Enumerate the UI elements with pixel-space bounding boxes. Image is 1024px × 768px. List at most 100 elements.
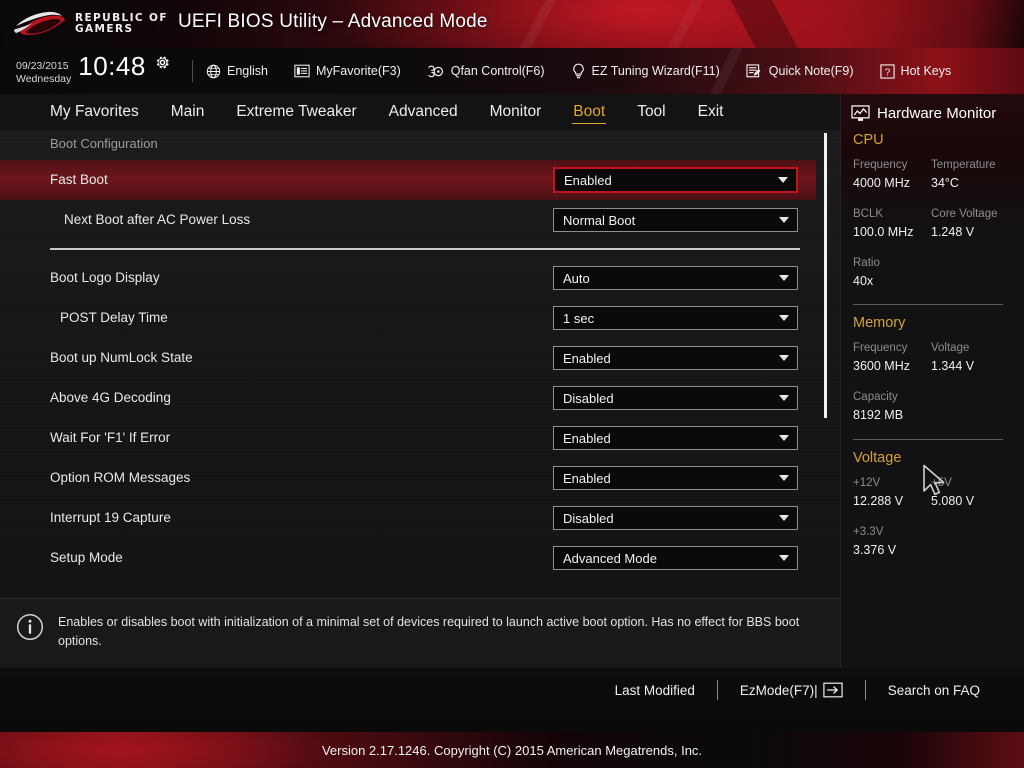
chevron-down-icon (779, 515, 789, 521)
dropdown-option-rom-messages[interactable]: Enabled (553, 466, 798, 490)
page-title: UEFI BIOS Utility – Advanced Mode (178, 11, 488, 32)
monitor-icon (851, 104, 870, 121)
hwm-row: BCLK 100.0 MHz Core Voltage 1.248 V (853, 206, 1024, 242)
hwm-value-capacity: 8192 MB (853, 408, 904, 423)
chevron-down-icon (779, 355, 789, 361)
toolbar-item-quick-note[interactable]: Quick Note(F9) (746, 63, 854, 79)
hwm-value-memory-frequency: 3600 MHz (853, 359, 910, 374)
dropdown-value-above-4g-decoding: Disabled (563, 390, 614, 406)
hwm-cell-plus12v: +12V 12.288 V (853, 475, 931, 511)
chevron-down-icon (778, 177, 788, 183)
tab-tool[interactable]: Tool (621, 95, 681, 129)
gear-icon[interactable] (154, 54, 171, 71)
hwm-key-cpu-frequency: Frequency (853, 159, 908, 171)
dropdown-value-wait-for-f1-if-error: Enabled (563, 430, 611, 446)
dropdown-setup-mode[interactable]: Advanced Mode (553, 546, 798, 570)
hwm-row: Frequency 3600 MHz Voltage 1.344 V (853, 340, 1024, 376)
tab-extreme-tweaker[interactable]: Extreme Tweaker (220, 95, 372, 129)
setting-row-next-boot-after-ac-power-loss[interactable]: Next Boot after AC Power Loss Normal Boo… (0, 200, 840, 240)
dropdown-above-4g-decoding[interactable]: Disabled (553, 386, 798, 410)
setting-row-above-4g-decoding[interactable]: Above 4G Decoding Disabled (0, 378, 840, 418)
dropdown-fast-boot[interactable]: Enabled (553, 167, 798, 193)
main-nav-tabs: My Favorites Main Extreme Tweaker Advanc… (0, 94, 840, 130)
setting-label-above-4g-decoding: Above 4G Decoding (50, 390, 171, 405)
setting-row-fast-boot[interactable]: Fast Boot Enabled (0, 160, 816, 200)
dropdown-next-boot-after-ac-power-loss[interactable]: Normal Boot (553, 208, 798, 232)
hwm-key-memory-frequency: Frequency (853, 342, 908, 354)
setting-label-next-boot-after-ac-power-loss: Next Boot after AC Power Loss (64, 212, 251, 227)
tab-monitor[interactable]: Monitor (474, 95, 558, 129)
setting-row-post-delay-time[interactable]: POST Delay Time 1 sec (0, 298, 840, 338)
dropdown-wait-for-f1-if-error[interactable]: Enabled (553, 426, 798, 450)
hwm-section-title-cpu: CPU (853, 132, 884, 148)
mouse-pointer-icon (923, 464, 945, 496)
tab-main[interactable]: Main (155, 95, 221, 129)
footer-label-ezmode: EzMode(F7)| (739, 682, 818, 698)
toolbar-label-myfavorite: MyFavorite(F3) (316, 64, 401, 78)
dropdown-boot-logo-display[interactable]: Auto (553, 266, 798, 290)
tab-my-favorites[interactable]: My Favorites (34, 95, 155, 129)
hwm-cell-capacity: Capacity 8192 MB (853, 389, 931, 425)
dropdown-value-boot-up-numlock-state: Enabled (563, 350, 611, 366)
setting-row-option-rom-messages[interactable]: Option ROM Messages Enabled (0, 458, 840, 498)
toolbar-item-myfavorite[interactable]: MyFavorite(F3) (294, 64, 401, 78)
hwm-cell-plus3v3: +3.3V 3.376 V (853, 524, 931, 560)
toolbar-item-hot-keys[interactable]: ? Hot Keys (879, 63, 951, 79)
toolbar-item-language[interactable]: English (206, 64, 268, 79)
arrow-right-box-icon (823, 682, 843, 698)
hwm-value-memory-voltage: 1.344 V (931, 359, 975, 374)
bulb-icon (572, 63, 584, 79)
hwm-key-memory-voltage: Voltage (931, 342, 970, 354)
hwm-cell-bclk: BCLK 100.0 MHz (853, 206, 931, 242)
chevron-down-icon (779, 395, 789, 401)
help-bar: Enables or disables boot with initializa… (0, 598, 840, 668)
chevron-down-icon (779, 315, 789, 321)
date-time-display: 09/23/2015 Wednesday 10:48 (16, 53, 171, 86)
hwm-row: +3.3V 3.376 V (853, 524, 1024, 560)
chevron-down-icon (779, 555, 789, 561)
setting-row-setup-mode[interactable]: Setup Mode Advanced Mode (0, 538, 840, 578)
chevron-down-icon (779, 217, 789, 223)
rog-line-2: GAMERS (75, 23, 134, 35)
toolbar-divider (192, 60, 193, 82)
toolbar-item-ez-tuning-wizard[interactable]: EZ Tuning Wizard(F11) (571, 63, 720, 79)
dropdown-interrupt-19-capture[interactable]: Disabled (553, 506, 798, 530)
settings-scrollbar[interactable] (824, 133, 827, 418)
setting-label-wait-for-f1-if-error: Wait For 'F1' If Error (50, 430, 171, 445)
hwm-row: Frequency 4000 MHz Temperature 34°C (853, 157, 1024, 193)
list-icon (294, 64, 310, 78)
info-icon (16, 613, 44, 641)
setting-row-boot-up-numlock-state[interactable]: Boot up NumLock State Enabled (0, 338, 840, 378)
setting-row-boot-logo-display[interactable]: Boot Logo Display Auto (0, 258, 840, 298)
hwm-row: Ratio 40x (853, 255, 1024, 291)
section-title: Boot Configuration (50, 136, 158, 151)
hwm-value-cpu-temperature: 34°C (931, 176, 959, 191)
tab-advanced[interactable]: Advanced (373, 95, 474, 129)
hwm-key-plus3v3: +3.3V (853, 526, 884, 538)
tab-boot[interactable]: Boot (557, 95, 621, 129)
hwm-cell-cpu-frequency: Frequency 4000 MHz (853, 157, 931, 193)
setting-label-boot-logo-display: Boot Logo Display (50, 270, 160, 285)
footer-link-ezmode[interactable]: EzMode(F7)| (718, 682, 865, 698)
setting-label-boot-up-numlock-state: Boot up NumLock State (50, 350, 193, 365)
svg-text:?: ? (884, 67, 890, 78)
dropdown-boot-up-numlock-state[interactable]: Enabled (553, 346, 798, 370)
hwm-value-ratio: 40x (853, 274, 874, 289)
footer-label-last-modified: Last Modified (614, 682, 695, 698)
setting-row-wait-for-f1-if-error[interactable]: Wait For 'F1' If Error Enabled (0, 418, 840, 458)
dropdown-value-boot-logo-display: Auto (563, 270, 590, 286)
hwm-section-cpu: CPU Frequency 4000 MHz Temperature 34°C … (841, 132, 1024, 305)
tab-exit[interactable]: Exit (682, 95, 740, 129)
toolbar-item-qfan-control[interactable]: Qfan Control(F6) (427, 64, 545, 79)
bios-screen: REPUBLIC OF GAMERS UEFI BIOS Utility – A… (0, 0, 1024, 768)
setting-row-interrupt-19-capture[interactable]: Interrupt 19 Capture Disabled (0, 498, 840, 538)
toolbar-label-ez-tuning-wizard: EZ Tuning Wizard(F11) (591, 64, 720, 78)
hwm-section-memory: Memory Frequency 3600 MHz Voltage 1.344 … (841, 315, 1024, 440)
footer-link-last-modified[interactable]: Last Modified (593, 683, 717, 698)
current-weekday: Wednesday (16, 72, 72, 85)
footer-link-search-on-faq[interactable]: Search on FAQ (866, 683, 1002, 698)
version-bar: Version 2.17.1246. Copyright (C) 2015 Am… (0, 732, 1024, 768)
hwm-cell-memory-frequency: Frequency 3600 MHz (853, 340, 931, 376)
dropdown-post-delay-time[interactable]: 1 sec (553, 306, 798, 330)
globe-icon (206, 64, 221, 78)
